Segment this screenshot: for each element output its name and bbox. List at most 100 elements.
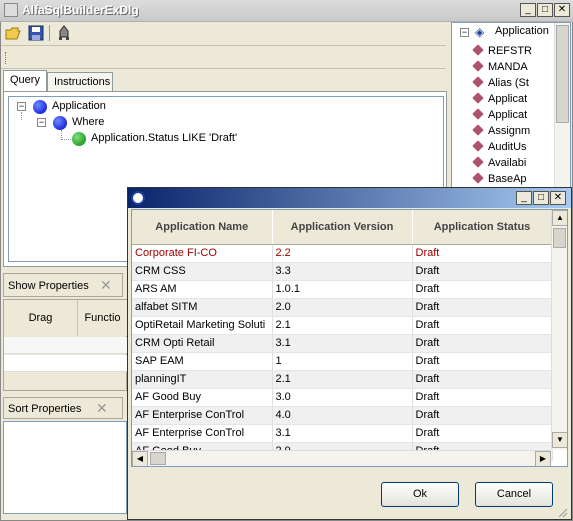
cell-application-status[interactable]: Draft <box>412 280 553 299</box>
cell-application-name[interactable]: CRM CSS <box>132 262 273 281</box>
dialog-close-button[interactable]: ✕ <box>550 191 566 205</box>
cell-application-version[interactable]: 2.1 <box>272 316 413 335</box>
attribute-icon <box>472 156 484 168</box>
sort-properties-list[interactable] <box>3 421 127 514</box>
cell-application-status[interactable]: Draft <box>412 406 553 425</box>
table-row[interactable]: ARS AM 1.0.1 Draft <box>132 280 553 299</box>
cell-application-name[interactable]: CRM Opti Retail <box>132 334 273 353</box>
open-icon[interactable] <box>5 26 21 40</box>
column-header-drag[interactable]: Drag <box>4 300 78 336</box>
table-row[interactable]: SAP EAM 1 Draft <box>132 352 553 371</box>
horizontal-scrollbar[interactable]: ◀ ▶ <box>132 450 551 466</box>
scroll-left-button[interactable]: ◀ <box>132 451 148 466</box>
cell-application-name[interactable]: alfabet SITM <box>132 298 273 317</box>
scroll-right-button[interactable]: ▶ <box>535 451 551 466</box>
cell-application-status[interactable]: Draft <box>412 424 553 443</box>
cancel-button[interactable]: Cancel <box>475 482 553 507</box>
vertical-scrollbar[interactable] <box>554 23 570 191</box>
tree-item-label: Assignm <box>488 125 531 137</box>
results-table: Application Name Application Version App… <box>132 210 553 461</box>
cell-application-version[interactable]: 2.0 <box>272 298 413 317</box>
cell-application-name[interactable]: SAP EAM <box>132 352 273 371</box>
tab-query[interactable]: Query <box>3 70 47 92</box>
collapse-icon[interactable]: − <box>37 118 46 127</box>
collapse-icon[interactable]: − <box>460 28 469 37</box>
cell-application-status[interactable]: Draft <box>412 244 553 263</box>
cell-application-status[interactable]: Draft <box>412 388 553 407</box>
cell-application-name[interactable]: AF Enterprise ConTrol <box>132 406 273 425</box>
cell-application-name[interactable]: ARS AM <box>132 280 273 299</box>
cell-application-status[interactable]: Draft <box>412 352 553 371</box>
tree-item-label: Alias (St <box>488 77 529 89</box>
column-header-application-version[interactable]: Application Version <box>272 210 413 245</box>
cell-application-version[interactable]: 1.0.1 <box>272 280 413 299</box>
cell-application-version[interactable]: 4.0 <box>272 406 413 425</box>
show-properties-grid: Drag Functio <box>3 299 128 391</box>
schema-tree[interactable]: − ◈ Application REFSTR MANDA Alias (St A… <box>451 22 571 192</box>
minimize-button[interactable]: _ <box>520 3 536 17</box>
table-row[interactable]: CRM Opti Retail 3.1 Draft <box>132 334 553 353</box>
dialog-minimize-button[interactable]: _ <box>516 191 532 205</box>
tree-node-root[interactable]: Application <box>52 100 106 112</box>
dialog-icon <box>131 191 145 205</box>
table-row[interactable]: CRM CSS 3.3 Draft <box>132 262 553 281</box>
cell-application-version[interactable]: 1 <box>272 352 413 371</box>
delete-icon[interactable]: ✕ <box>96 400 108 417</box>
cell-application-version[interactable]: 3.0 <box>272 388 413 407</box>
cell-application-version[interactable]: 3.3 <box>272 262 413 281</box>
tree-node-condition[interactable]: Application.Status LIKE 'Draft' <box>91 132 237 144</box>
table-row[interactable]: alfabet SITM 2.0 Draft <box>132 298 553 317</box>
maximize-button[interactable]: □ <box>537 3 553 17</box>
dialog-title-bar: _ □ ✕ <box>128 188 571 208</box>
table-row[interactable]: planningIT 2.1 Draft <box>132 370 553 389</box>
collapse-icon[interactable]: − <box>17 102 26 111</box>
cell-application-name[interactable]: Corporate FI-CO <box>132 244 273 263</box>
table-row[interactable]: OptiRetail Marketing Soluti 2.1 Draft <box>132 316 553 335</box>
table-row[interactable]: Corporate FI-CO 2.2 Draft <box>132 244 553 263</box>
column-header-function[interactable]: Functio <box>78 300 128 336</box>
cell-application-status[interactable]: Draft <box>412 334 553 353</box>
cell-application-name[interactable]: AF Good Buy <box>132 388 273 407</box>
dialog-maximize-button[interactable]: □ <box>533 191 549 205</box>
cell-application-name[interactable]: OptiRetail Marketing Soluti <box>132 316 273 335</box>
scroll-thumb[interactable] <box>556 25 569 123</box>
tree-item-label: Applicat <box>488 93 528 105</box>
run-icon[interactable] <box>56 25 72 41</box>
cell-application-version[interactable]: 3.1 <box>272 424 413 443</box>
ok-button[interactable]: Ok <box>381 482 459 507</box>
vertical-scrollbar[interactable]: ▲ ▼ <box>551 210 567 450</box>
tab-query-label: Query <box>10 74 40 86</box>
cell-application-status[interactable]: Draft <box>412 262 553 281</box>
scroll-up-button[interactable]: ▲ <box>552 210 567 226</box>
show-properties-label: Show Properties <box>8 280 89 292</box>
cell-application-version[interactable]: 3.1 <box>272 334 413 353</box>
scroll-down-button[interactable]: ▼ <box>552 432 567 448</box>
cell-application-version[interactable]: 2.2 <box>272 244 413 263</box>
resize-grip-icon[interactable] <box>556 506 568 518</box>
delete-icon[interactable]: ✕ <box>100 277 112 294</box>
tab-instructions[interactable]: Instructions <box>47 72 113 92</box>
attribute-icon <box>472 140 484 152</box>
where-node-icon <box>53 116 67 130</box>
column-header-application-name[interactable]: Application Name <box>132 210 273 245</box>
results-grid[interactable]: Application Name Application Version App… <box>131 209 568 467</box>
scroll-thumb[interactable] <box>553 228 566 248</box>
scroll-thumb[interactable] <box>150 452 166 465</box>
cell-application-version[interactable]: 2.1 <box>272 370 413 389</box>
save-icon[interactable] <box>28 25 44 41</box>
table-row[interactable]: AF Good Buy 3.0 Draft <box>132 388 553 407</box>
cell-application-name[interactable]: planningIT <box>132 370 273 389</box>
close-button[interactable]: ✕ <box>554 3 570 17</box>
tree-node-root[interactable]: Application <box>495 25 549 37</box>
cell-application-status[interactable]: Draft <box>412 298 553 317</box>
tree-node-where[interactable]: Where <box>72 116 104 128</box>
tree-item-label: BaseAp <box>488 173 527 185</box>
table-row[interactable] <box>4 355 128 372</box>
cell-application-status[interactable]: Draft <box>412 370 553 389</box>
cell-application-name[interactable]: AF Enterprise ConTrol <box>132 424 273 443</box>
table-row[interactable] <box>4 337 128 354</box>
table-row[interactable]: AF Enterprise ConTrol 3.1 Draft <box>132 424 553 443</box>
column-header-application-status[interactable]: Application Status <box>412 210 553 245</box>
cell-application-status[interactable]: Draft <box>412 316 553 335</box>
table-row[interactable]: AF Enterprise ConTrol 4.0 Draft <box>132 406 553 425</box>
